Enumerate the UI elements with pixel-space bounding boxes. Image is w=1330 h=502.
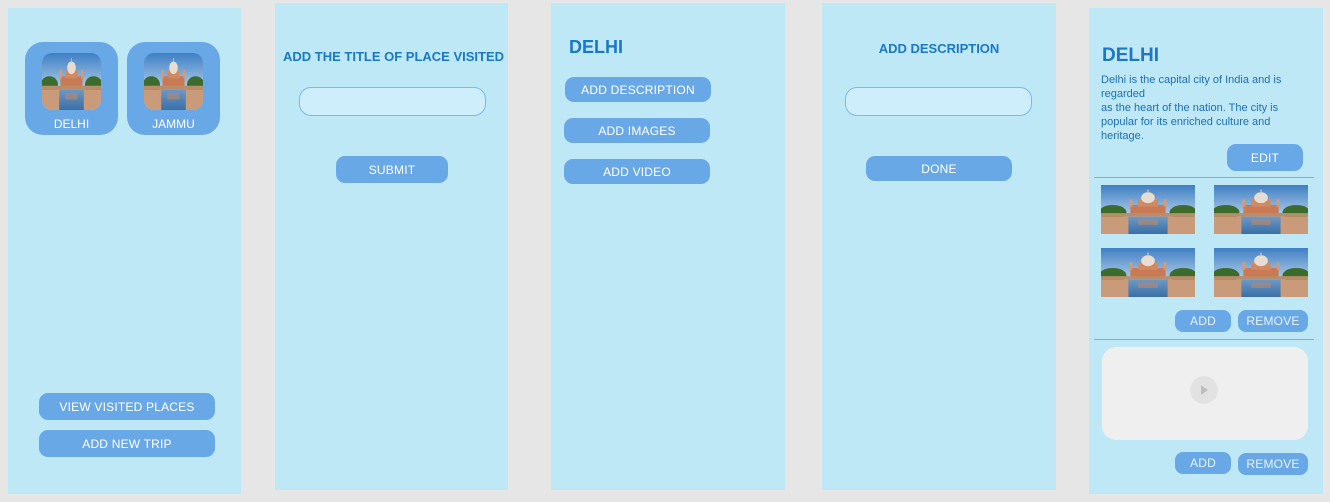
edit-button[interactable]: EDIT [1227,144,1303,171]
place-card-jammu[interactable]: JAMMU [127,42,220,135]
gallery-image [1101,185,1195,234]
add-description-screen: ADD DESCRIPTION DONE [822,3,1056,490]
place-card-label: JAMMU [152,117,195,131]
gallery-image [1101,248,1195,297]
home-screen: DELHI JAMMU VIEW VISITED PLACES ADD NEW … [8,8,241,494]
add-image-button[interactable]: ADD [1175,310,1231,332]
submit-button[interactable]: SUBMIT [336,156,448,183]
monument-image [144,53,203,110]
add-images-button[interactable]: ADD IMAGES [564,118,710,143]
add-title-screen: ADD THE TITLE OF PLACE VISITED SUBMIT [275,3,508,490]
gallery-image [1214,248,1308,297]
add-new-trip-button[interactable]: ADD NEW TRIP [39,430,215,457]
add-video-button[interactable]: ADD [1175,452,1231,474]
description-input[interactable] [845,87,1032,116]
page-title: DELHI [1102,45,1159,66]
play-icon[interactable] [1190,376,1218,404]
place-description: Delhi is the capital city of India and i… [1101,74,1282,142]
place-card-delhi[interactable]: DELHI [25,42,118,135]
place-card-label: DELHI [53,117,90,131]
remove-video-button[interactable]: REMOVE [1238,453,1308,475]
add-description-button[interactable]: ADD DESCRIPTION [565,77,711,102]
page-title: ADD THE TITLE OF PLACE VISITED [283,49,505,64]
divider [1094,177,1314,178]
gallery-image [1214,185,1308,234]
divider [1094,339,1314,340]
monument-image [42,53,101,110]
page-title: DELHI [569,37,623,57]
title-input[interactable] [299,87,486,116]
video-player[interactable] [1102,347,1308,440]
page-title: ADD DESCRIPTION [878,41,1000,56]
remove-image-button[interactable]: REMOVE [1238,310,1308,332]
done-button[interactable]: DONE [866,156,1012,181]
place-detail-screen: DELHI ADD DESCRIPTION ADD IMAGES ADD VID… [551,3,785,490]
place-overview-screen: DELHI Delhi is the capital city of India… [1089,8,1323,494]
add-video-button[interactable]: ADD VIDEO [564,159,710,184]
view-visited-places-button[interactable]: VIEW VISITED PLACES [39,393,215,420]
